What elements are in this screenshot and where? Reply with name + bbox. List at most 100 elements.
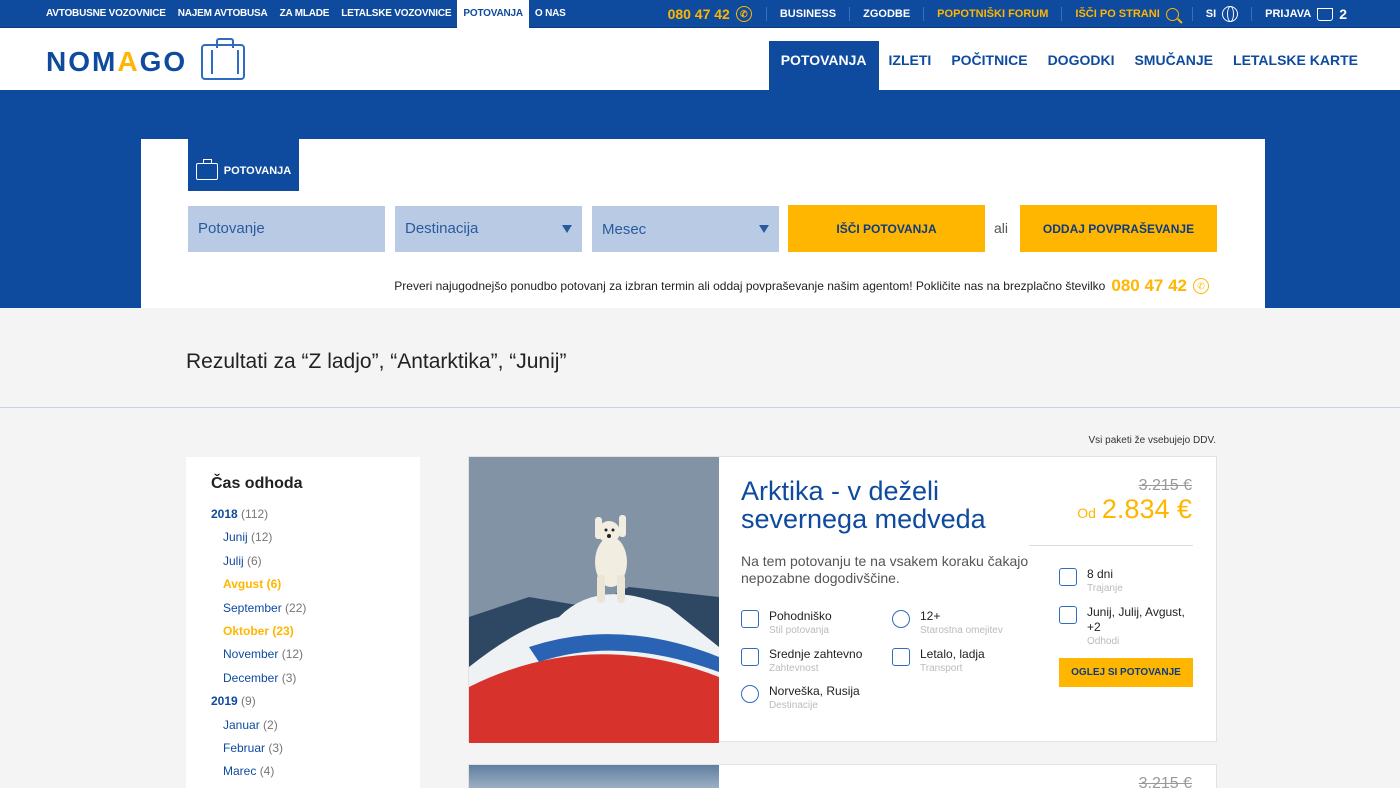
language-selector[interactable]: SI bbox=[1193, 6, 1251, 22]
filter-count: (9) bbox=[241, 694, 256, 709]
tab-potovanja[interactable]: POTOVANJA bbox=[188, 139, 299, 191]
top-right-menu: 080 47 42 ✆ BUSINESS ZGODBE POPOTNIŠKI F… bbox=[668, 0, 1360, 28]
trip-age: 12+ Starostna omejitev bbox=[892, 609, 1003, 637]
trip-style: Pohodniško Stil potovanja bbox=[741, 609, 832, 637]
topnav-najem-avtobusa[interactable]: NAJEM AVTOBUSA bbox=[172, 0, 274, 28]
login-link[interactable]: PRIJAVA 2 bbox=[1252, 6, 1360, 22]
destination-select-label: Destinacija bbox=[405, 220, 479, 237]
topnav-letalske-vozovnice[interactable]: LETALSKE VOZOVNICE bbox=[335, 0, 457, 28]
car-icon bbox=[892, 648, 910, 666]
trip-duration: 8 dni Trajanje bbox=[1059, 567, 1123, 595]
basket-icon[interactable] bbox=[1317, 7, 1334, 21]
month-select-label: Mesec bbox=[602, 221, 647, 238]
hint-phone[interactable]: 080 47 42 bbox=[1111, 276, 1187, 296]
filter-month-julij[interactable]: Julij (6) bbox=[211, 550, 420, 573]
trip-input[interactable]: Potovanje bbox=[188, 206, 385, 252]
topnav-potovanja[interactable]: POTOVANJA bbox=[457, 0, 529, 28]
nav-pocitnice[interactable]: POČITNICE bbox=[941, 41, 1037, 90]
or-label: ali bbox=[994, 220, 1009, 236]
login-label: PRIJAVA bbox=[1265, 8, 1312, 20]
trip-photo[interactable] bbox=[469, 765, 719, 788]
logo-text-1: NOM bbox=[46, 46, 118, 77]
tab-label: POTOVANJA bbox=[223, 165, 292, 177]
filter-title: Čas odhoda bbox=[211, 475, 303, 492]
nav-izleti[interactable]: IZLETI bbox=[879, 41, 942, 90]
hint-text: Preveri najugodnejšo ponudbo potovanj za… bbox=[394, 279, 1106, 293]
trip-card[interactable]: 3.215 € bbox=[468, 764, 1217, 788]
filter-label: Julij bbox=[223, 553, 244, 568]
trip-duration-value: 8 dni bbox=[1087, 567, 1114, 581]
main-header: NOM A GO POTOVANJA IZLETI POČITNICE DOGODK… bbox=[0, 28, 1400, 90]
person-icon bbox=[892, 610, 910, 628]
trip-age-value: 12+ bbox=[920, 609, 941, 623]
filter-month-februar[interactable]: Februar (3) bbox=[211, 737, 420, 760]
nav-potovanja[interactable]: POTOVANJA bbox=[768, 41, 879, 90]
search-trips-button[interactable]: IŠČI POTOVANJA bbox=[788, 205, 985, 252]
destination-select[interactable]: Destinacija bbox=[395, 206, 582, 252]
trip-photo-polar-bear[interactable] bbox=[469, 457, 719, 743]
filter-month-avgust[interactable]: Avgust (6) bbox=[211, 573, 420, 596]
filter-month-oktober[interactable]: Oktober (23) bbox=[211, 620, 420, 643]
logo-text-2: GO bbox=[139, 46, 188, 77]
filter-label: Januar bbox=[223, 717, 260, 732]
filter-month-marec[interactable]: Marec (4) bbox=[211, 760, 420, 783]
nav-letalske-karte[interactable]: LETALSKE KARTE bbox=[1223, 41, 1368, 90]
results-title: Rezultati za “Z ladjo”, “Antarktika”, “J… bbox=[186, 350, 567, 373]
basket-count: 2 bbox=[1339, 6, 1347, 22]
forum-link[interactable]: POPOTNIŠKI FORUM bbox=[924, 8, 1061, 20]
filter-month-januar[interactable]: Januar (2) bbox=[211, 714, 420, 737]
price-prefix: Od bbox=[1077, 505, 1096, 521]
language-label: SI bbox=[1205, 8, 1217, 20]
business-link[interactable]: BUSINESS bbox=[767, 8, 849, 20]
filter-label: Avgust bbox=[223, 577, 264, 592]
topnav-za-mlade[interactable]: ZA MLADE bbox=[274, 0, 336, 28]
departure-filter: Čas odhoda 2018 (112) Junij (12) Julij (… bbox=[186, 457, 420, 788]
month-select[interactable]: Mesec bbox=[592, 206, 779, 252]
view-trip-button[interactable]: OGLEJ SI POTOVANJE bbox=[1059, 658, 1193, 687]
trip-description: Na tem potovanju te na vsakem koraku čak… bbox=[741, 553, 1029, 586]
filter-month-september[interactable]: September (22) bbox=[211, 597, 420, 620]
main-navigation: POTOVANJA IZLETI POČITNICE DOGODKI SMUČA… bbox=[768, 41, 1368, 90]
filter-label: 2018 bbox=[211, 507, 238, 521]
filter-month-november[interactable]: November (12) bbox=[211, 643, 420, 666]
trip-departures: Junij, Julij, Avgust, +2 Odhodi bbox=[1059, 605, 1199, 648]
topnav-avtobusne-vozovnice[interactable]: AVTOBUSNE VOZOVNICE bbox=[40, 0, 172, 28]
filter-label: September bbox=[223, 600, 282, 615]
chevron-down-icon bbox=[759, 225, 769, 233]
trip-card[interactable]: Arktika - v deželi severnega medveda Na … bbox=[468, 456, 1217, 743]
nav-smucanje[interactable]: SMUČANJE bbox=[1124, 41, 1223, 90]
phone-link[interactable]: 080 47 42 ✆ bbox=[668, 6, 766, 22]
trip-destinations: Norveška, Rusija Destinacije bbox=[741, 684, 860, 712]
difficulty-icon bbox=[741, 648, 759, 666]
filter-count: (12) bbox=[281, 647, 304, 662]
filter-count: (6) bbox=[266, 577, 282, 592]
filter-year-2018[interactable]: 2018 (112) bbox=[211, 503, 420, 526]
nomago-logo[interactable]: NOM A GO bbox=[46, 38, 246, 80]
phone-icon: ✆ bbox=[1193, 278, 1209, 294]
filter-year-2019[interactable]: 2019 (9) bbox=[211, 690, 420, 713]
trip-title[interactable]: Arktika - v deželi severnega medveda bbox=[741, 477, 1021, 533]
filter-count: (3) bbox=[281, 670, 297, 685]
trip-difficulty-label: Zahtevnost bbox=[769, 663, 819, 674]
filter-count: (12) bbox=[251, 530, 273, 545]
polar-bear-image bbox=[469, 457, 719, 743]
filter-count: (112) bbox=[241, 507, 269, 521]
nav-dogodki[interactable]: DOGODKI bbox=[1038, 41, 1125, 90]
search-icon bbox=[1165, 7, 1179, 21]
filter-month-junij[interactable]: Junij (12) bbox=[211, 526, 420, 549]
price-value: 2.834 € bbox=[1101, 494, 1192, 524]
suitcase-icon bbox=[195, 158, 218, 180]
filter-label: Junij bbox=[223, 530, 248, 545]
submit-inquiry-button[interactable]: ODDAJ POVPRAŠEVANJE bbox=[1020, 205, 1217, 252]
trip-style-label: Stil potovanja bbox=[769, 625, 830, 636]
zgodbe-link[interactable]: ZGODBE bbox=[850, 8, 923, 20]
current-price: Od 2.834 € bbox=[1077, 494, 1192, 525]
filter-count: (22) bbox=[285, 600, 307, 615]
top-navigation: AVTOBUSNE VOZOVNICE NAJEM AVTOBUSA ZA ML… bbox=[40, 0, 572, 28]
filter-label: 2019 bbox=[211, 694, 238, 709]
topnav-o-nas[interactable]: O NAS bbox=[529, 0, 572, 28]
trip-difficulty: Srednje zahtevno Zahtevnost bbox=[741, 647, 862, 675]
filter-month-december[interactable]: December (3) bbox=[211, 667, 420, 690]
suitcase-icon bbox=[201, 38, 246, 80]
site-search-button[interactable]: IŠČI PO STRANI bbox=[1062, 7, 1191, 21]
